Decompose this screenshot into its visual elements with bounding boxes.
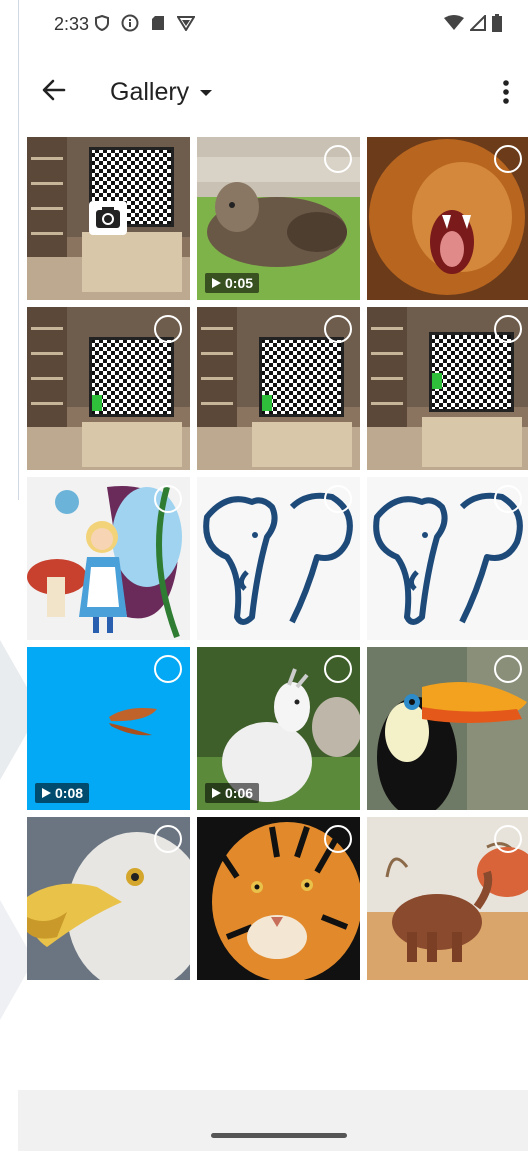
video-duration-badge: 0:06 [205,783,260,803]
select-checkbox[interactable] [154,485,182,513]
duration-text: 0:06 [225,785,254,801]
signal-icon [470,15,486,31]
tv-image-1-tile[interactable] [27,307,190,470]
select-checkbox[interactable] [494,315,522,343]
info-icon [121,14,139,32]
tv-image-2-tile[interactable] [197,307,360,470]
page-title: Gallery [110,78,190,106]
back-button[interactable] [38,74,70,106]
play-icon [212,278,221,288]
status-bar: 2:33 [0,0,528,52]
sd-card-icon [152,16,164,30]
select-checkbox[interactable] [494,145,522,173]
media-grid: 0:05 0:08 0:06 [27,137,528,982]
elephant-logo-1-tile[interactable] [197,477,360,640]
tiger-tile[interactable] [197,817,360,980]
wifi-icon [444,15,464,30]
select-checkbox[interactable] [154,315,182,343]
gallery-dropdown[interactable]: Gallery [110,78,213,107]
video-duration-badge: 0:08 [35,783,90,803]
select-checkbox[interactable] [154,825,182,853]
select-checkbox[interactable] [154,655,182,683]
play-icon [212,788,221,798]
elephant-logo-2-tile[interactable] [367,477,528,640]
elephant-photo-tile[interactable] [367,817,528,980]
select-checkbox[interactable] [324,315,352,343]
select-checkbox[interactable] [494,825,522,853]
status-icons-left [95,14,195,32]
select-checkbox[interactable] [324,145,352,173]
background-window-edge [0,0,19,500]
butterfly-video-tile[interactable]: 0:08 [27,647,190,810]
alice-tile[interactable] [27,477,190,640]
play-icon [42,788,51,798]
home-gesture-handle[interactable] [211,1133,347,1138]
eagle-tile[interactable] [27,817,190,980]
more-options-button[interactable] [496,76,516,108]
select-checkbox[interactable] [324,825,352,853]
select-checkbox[interactable] [324,485,352,513]
select-checkbox[interactable] [494,655,522,683]
vpn-icon [177,16,195,31]
camera-capture-tile[interactable] [27,137,190,300]
camera-badge [89,201,127,235]
toucan-tile[interactable] [367,647,528,810]
navigation-bar [18,1090,528,1151]
goat-video-tile[interactable]: 0:06 [197,647,360,810]
select-checkbox[interactable] [494,485,522,513]
dog-video-tile[interactable]: 0:05 [197,137,360,300]
battery-icon [492,14,502,32]
back-arrow-icon [42,79,66,101]
duration-text: 0:05 [225,275,254,291]
tv-image-3-tile[interactable] [367,307,528,470]
dropdown-arrow-icon [200,89,213,96]
camera-icon [96,207,120,228]
select-checkbox[interactable] [324,655,352,683]
shield-icon [95,15,109,31]
status-icons-right [444,14,502,32]
lion-tile[interactable] [367,137,528,300]
app-bar: Gallery [20,52,528,132]
duration-text: 0:08 [55,785,84,801]
more-vert-icon [503,80,509,104]
video-duration-badge: 0:05 [205,273,260,293]
status-time: 2:33 [54,14,90,34]
